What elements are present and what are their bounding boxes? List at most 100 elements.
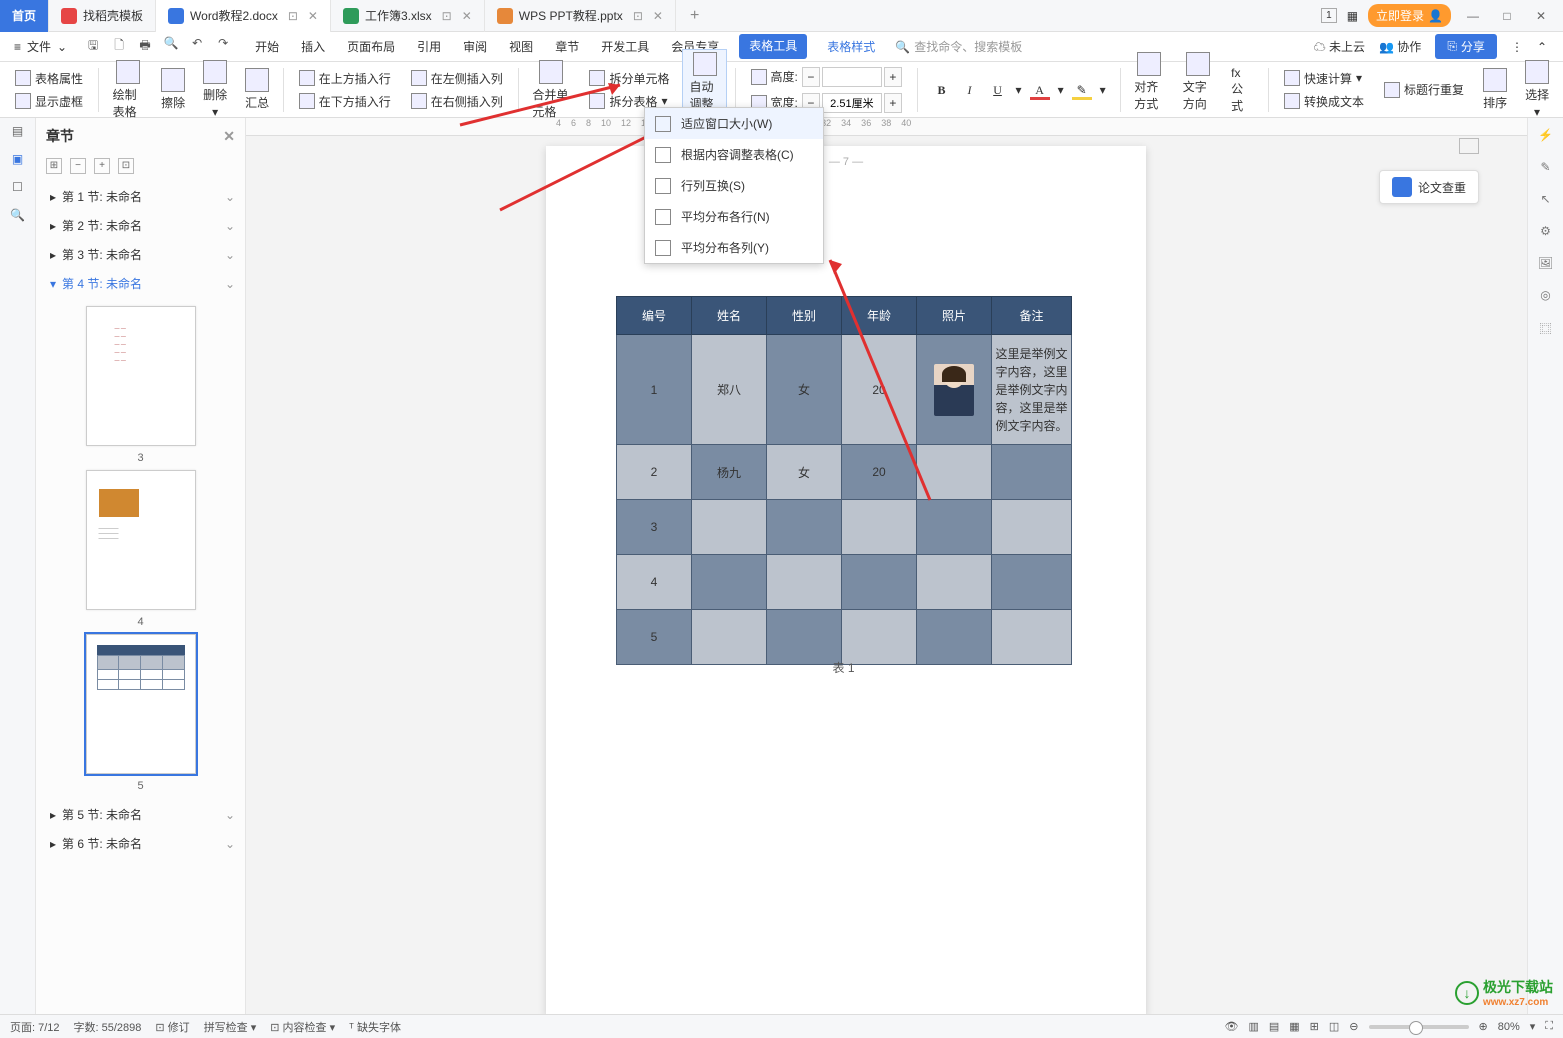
tab-templates[interactable]: 找稻壳模板 bbox=[49, 0, 156, 32]
collapse-icon[interactable]: ⌃ bbox=[1537, 40, 1547, 54]
chevron-down-icon[interactable]: ⌄ bbox=[225, 837, 235, 851]
inc-height[interactable]: + bbox=[884, 67, 902, 87]
file-menu[interactable]: ≡文件⌄ bbox=[8, 38, 73, 55]
tab-table-style[interactable]: 表格样式 bbox=[825, 34, 877, 59]
ins-right[interactable]: 在右侧插入列 bbox=[408, 91, 506, 112]
command-search[interactable]: 🔍查找命令、搜索模板 bbox=[895, 38, 1022, 55]
preview-icon[interactable]: 🔍 bbox=[163, 36, 179, 57]
zoom-in[interactable]: ⊕ bbox=[1479, 1020, 1488, 1033]
tab-insert[interactable]: 插入 bbox=[299, 34, 327, 59]
cell[interactable] bbox=[842, 500, 917, 555]
print-icon[interactable]: 🖶 bbox=[137, 36, 153, 57]
thumb-3[interactable]: — —— —— —— —— — bbox=[86, 306, 196, 446]
chevron-down-icon[interactable]: ⌄ bbox=[225, 190, 235, 204]
cell[interactable] bbox=[992, 500, 1072, 555]
tab-ref[interactable]: 引用 bbox=[415, 34, 443, 59]
layout2-icon[interactable]: ▤ bbox=[1269, 1020, 1279, 1033]
height-input[interactable] bbox=[822, 67, 882, 87]
table-props[interactable]: 表格属性 bbox=[12, 68, 86, 89]
tab-chapter[interactable]: 章节 bbox=[553, 34, 581, 59]
nav-tool-3[interactable]: + bbox=[94, 158, 110, 174]
cell[interactable]: 3 bbox=[617, 500, 692, 555]
cell-photo[interactable] bbox=[917, 335, 992, 445]
chevron-down-icon[interactable]: ⌄ bbox=[225, 219, 235, 233]
dd-dist-cols[interactable]: 平均分布各列(Y) bbox=[645, 232, 823, 263]
nav-tool-2[interactable]: − bbox=[70, 158, 86, 174]
box-icon[interactable]: 1 bbox=[1321, 8, 1337, 23]
share-button[interactable]: ⎘分享 bbox=[1435, 34, 1497, 59]
new-icon[interactable]: 🗋 bbox=[111, 36, 127, 57]
cell[interactable]: 女 bbox=[767, 445, 842, 500]
status-font[interactable]: ᵀ 缺失字体 bbox=[349, 1019, 401, 1035]
status-rev[interactable]: ⊡ 修订 bbox=[155, 1019, 189, 1035]
summary[interactable]: 汇总 bbox=[239, 66, 275, 113]
zoom-out[interactable]: ⊖ bbox=[1349, 1020, 1358, 1033]
cell[interactable] bbox=[992, 445, 1072, 500]
save-icon[interactable]: 🖫 bbox=[85, 36, 101, 57]
redo-icon[interactable]: ↷ bbox=[215, 36, 231, 57]
close-icon[interactable]: ⊡ bbox=[288, 9, 298, 23]
close-icon[interactable]: ✕ bbox=[653, 9, 663, 23]
zoom-slider[interactable] bbox=[1369, 1025, 1469, 1029]
doc-table[interactable]: 编号 姓名 性别 年龄 照片 备注 1 郑八 女 20 这里是举例文字内容，这里… bbox=[616, 296, 1072, 665]
apps-icon[interactable]: ▦ bbox=[1347, 9, 1358, 23]
cell[interactable]: 女 bbox=[767, 335, 842, 445]
nav-section-4[interactable]: ▾ 第 4 节: 未命名⌄ bbox=[36, 269, 245, 298]
pointer-icon[interactable]: ↖ bbox=[1540, 192, 1550, 206]
cell[interactable] bbox=[917, 445, 992, 500]
tab-review[interactable]: 审阅 bbox=[461, 34, 489, 59]
cell[interactable] bbox=[692, 555, 767, 610]
cell[interactable] bbox=[767, 500, 842, 555]
close-icon[interactable]: ⊡ bbox=[442, 9, 452, 23]
ins-below[interactable]: 在下方插入行 bbox=[296, 91, 394, 112]
outline-icon[interactable]: ▤ bbox=[12, 124, 23, 138]
show-vframe[interactable]: 显示虚框 bbox=[12, 91, 86, 112]
layout3-icon[interactable]: ▦ bbox=[1289, 1020, 1299, 1033]
search-icon[interactable]: 🔍 bbox=[10, 208, 25, 222]
maximize-button[interactable]: □ bbox=[1495, 9, 1519, 23]
close-icon[interactable]: ⊡ bbox=[633, 9, 643, 23]
cell[interactable] bbox=[917, 500, 992, 555]
layout1-icon[interactable]: ▥ bbox=[1248, 1020, 1258, 1033]
login-button[interactable]: 立即登录👤 bbox=[1368, 4, 1451, 27]
tab-xlsx[interactable]: 工作簿3.xlsx ⊡ ✕ bbox=[331, 0, 485, 32]
new-tab-button[interactable]: + bbox=[676, 7, 713, 25]
merge-cells[interactable]: 合并单元格 bbox=[526, 58, 576, 122]
cell[interactable]: 杨九 bbox=[692, 445, 767, 500]
repeat-header[interactable]: 标题行重复 bbox=[1381, 79, 1467, 100]
tab-layout[interactable]: 页面布局 bbox=[345, 34, 397, 59]
highlight-button[interactable]: ✎ bbox=[1072, 80, 1092, 100]
cloud-status[interactable]: ☁ 未上云 bbox=[1314, 38, 1365, 55]
tab-word-doc[interactable]: Word教程2.docx ⊡ ✕ bbox=[156, 0, 331, 32]
status-content[interactable]: ⊡ 内容检查 ▾ bbox=[270, 1019, 335, 1035]
paper-check-button[interactable]: 论文查重 bbox=[1379, 170, 1479, 204]
close-panel-icon[interactable]: ✕ bbox=[223, 128, 235, 145]
bulb-icon[interactable]: ◎ bbox=[1540, 288, 1550, 302]
cell[interactable] bbox=[917, 555, 992, 610]
nav-tool-1[interactable]: ⊞ bbox=[46, 158, 62, 174]
nav-section-6[interactable]: ▸ 第 6 节: 未命名⌄ bbox=[36, 829, 245, 858]
cell[interactable] bbox=[767, 555, 842, 610]
cell[interactable] bbox=[842, 610, 917, 665]
sort[interactable]: 排序 bbox=[1477, 66, 1513, 113]
font-color-button[interactable]: A bbox=[1030, 80, 1050, 100]
quick-calc[interactable]: 快速计算▾ bbox=[1281, 68, 1367, 89]
nav-section-2[interactable]: ▸ 第 2 节: 未命名⌄ bbox=[36, 211, 245, 240]
thumb-5[interactable] bbox=[86, 634, 196, 774]
delete[interactable]: 删除▾ bbox=[197, 58, 233, 121]
sliders-icon[interactable]: ⚙ bbox=[1540, 224, 1551, 238]
tab-start[interactable]: 开始 bbox=[253, 34, 281, 59]
dec-height[interactable]: − bbox=[802, 67, 820, 87]
cell[interactable]: 4 bbox=[617, 555, 692, 610]
nav-section-3[interactable]: ▸ 第 3 节: 未命名⌄ bbox=[36, 240, 245, 269]
expand-icon[interactable]: ⿴ bbox=[1539, 320, 1551, 337]
cell[interactable]: 1 bbox=[617, 335, 692, 445]
status-words[interactable]: 字数: 55/2898 bbox=[74, 1019, 142, 1035]
fullscreen-icon[interactable]: ⛶ bbox=[1545, 1020, 1553, 1033]
status-spell[interactable]: 拼写检查 ▾ bbox=[204, 1019, 257, 1035]
document-area[interactable]: 4 6 8 10 12 14 16 18 20 22 24 26 28 30 3… bbox=[246, 118, 1527, 1018]
chevron-down-icon[interactable]: ⌄ bbox=[225, 248, 235, 262]
close-icon[interactable]: ✕ bbox=[462, 9, 472, 23]
nav-tool-4[interactable]: ⊡ bbox=[118, 158, 134, 174]
italic-button[interactable]: I bbox=[960, 80, 980, 100]
